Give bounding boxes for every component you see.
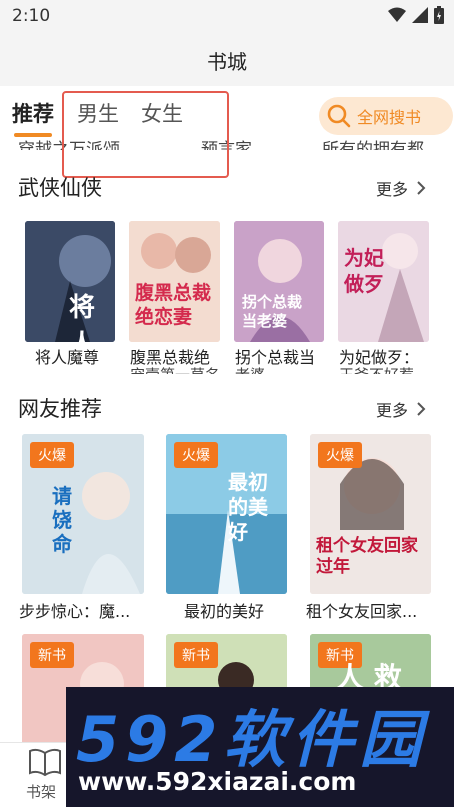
nav-label-shelf: 书架	[26, 783, 57, 801]
hot-badge: 火爆	[30, 442, 74, 468]
wifi-icon	[388, 7, 406, 22]
new-badge: 新书	[174, 642, 218, 668]
cover-text: 为妃做歹	[344, 246, 384, 296]
book-title[interactable]: 将人魔尊	[35, 344, 99, 368]
book-cover[interactable]: 将人	[25, 221, 115, 342]
hot-badge: 火爆	[318, 442, 362, 468]
book-cover[interactable]: 火爆 请饶命	[22, 434, 144, 594]
status-time: 2:10	[12, 6, 51, 26]
book-cover[interactable]: 为妃做歹	[338, 221, 429, 342]
book-cover[interactable]: 新书	[166, 634, 287, 694]
cover-text: 租个女友回家过年	[316, 536, 418, 577]
book-cover[interactable]: 火爆 最初的美好	[166, 434, 287, 594]
search-label: 全网搜书	[357, 108, 422, 127]
cover-text: 将人	[69, 293, 96, 342]
book-title[interactable]: 最初的美好	[184, 598, 264, 622]
search-icon	[327, 104, 351, 128]
book-title-overflow: 老婆	[235, 364, 265, 374]
cover-text: 请饶命	[52, 484, 72, 556]
more-link-wuxia[interactable]: 更多	[376, 176, 426, 200]
tab-recommend[interactable]: 推荐	[12, 98, 54, 128]
more-label: 更多	[376, 401, 409, 420]
hot-badge: 火爆	[174, 442, 218, 468]
annotation-box	[62, 91, 229, 178]
book-title-overflow: 王爷不好惹	[339, 364, 414, 374]
book-cover[interactable]: 火爆 租个女友回家过年	[310, 434, 431, 594]
book-title-overflow: 宠壹第一莫名	[130, 364, 220, 374]
status-bar: 2:10	[0, 0, 454, 34]
book-cover[interactable]: 拐个总裁 当老婆	[234, 221, 324, 342]
more-link-recommend[interactable]: 更多	[376, 397, 426, 421]
new-badge: 新书	[30, 642, 74, 668]
book-cover[interactable]: 腹黑总裁 绝恋妻	[129, 221, 220, 342]
more-label: 更多	[376, 180, 409, 199]
book-cover[interactable]: 新书 人 救	[310, 634, 431, 694]
book-icon	[29, 748, 61, 777]
section-title-wuxia: 武侠仙侠	[18, 176, 102, 200]
status-icons	[388, 6, 444, 24]
list-item: 所有的拥有都...	[322, 128, 440, 150]
book-title[interactable]: 租个女友回家...	[306, 598, 417, 622]
title-bar: 书城	[0, 34, 454, 86]
cover-text: 腹黑总裁 绝恋妻	[135, 282, 212, 328]
chevron-right-icon	[417, 181, 426, 195]
chevron-right-icon	[417, 402, 426, 416]
signal-icon	[412, 7, 428, 23]
watermark: 592软件园 www.592xiazai.com	[66, 687, 454, 807]
watermark-brand: 592软件园	[76, 703, 428, 776]
cover-text: 拐个总裁 当老婆	[242, 293, 303, 330]
cover-text: 最初的美好	[228, 470, 268, 544]
cut-book-title: 所有的拥有都...	[322, 140, 441, 150]
page-title: 书城	[207, 50, 247, 74]
watermark-url: www.592xiazai.com	[78, 767, 357, 796]
section-title-recommend: 网友推荐	[18, 397, 102, 421]
book-title[interactable]: 步步惊心：魔...	[19, 598, 130, 622]
battery-icon	[434, 6, 444, 24]
